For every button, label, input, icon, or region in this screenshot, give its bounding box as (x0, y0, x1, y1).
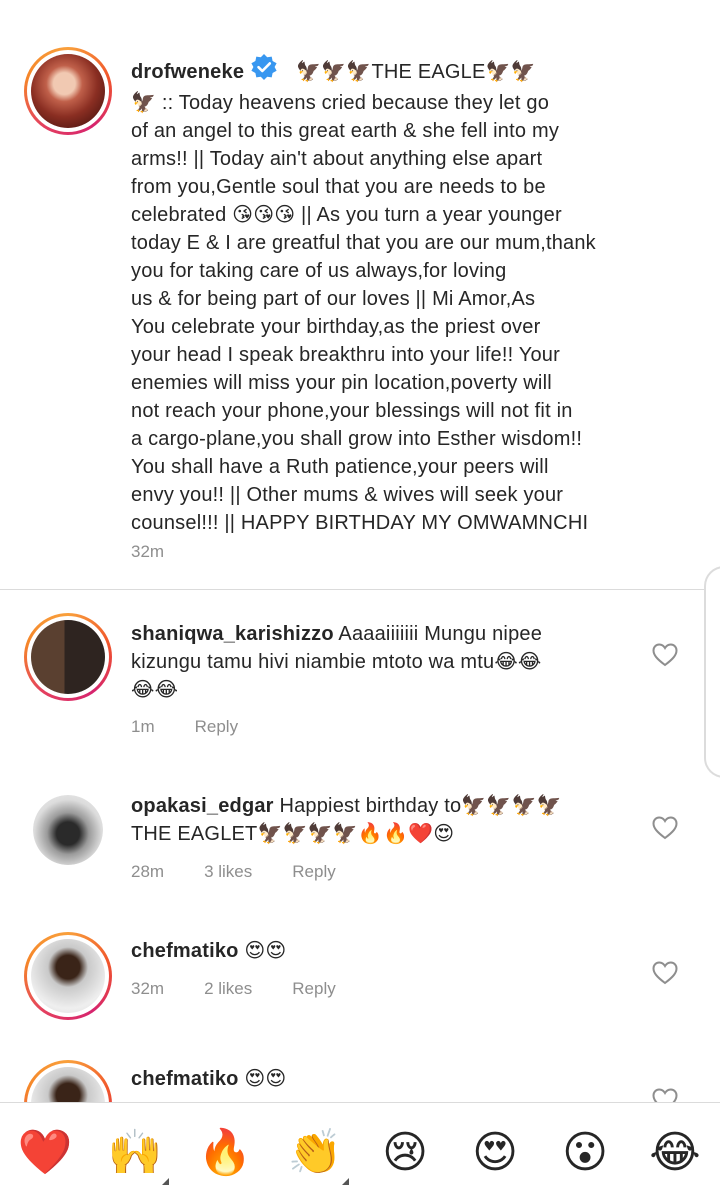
skin-tone-indicator-icon (342, 1178, 349, 1185)
comment-text: shaniqwa_karishizzo Aaaaiiiiiii Mungu ni… (131, 623, 543, 701)
caption-line: 🦅 :: Today heavens cried because they le… (131, 92, 550, 114)
avatar-image-drofweneke (31, 54, 105, 128)
comment-likes[interactable]: 3 likes (204, 862, 252, 882)
comment-avatar[interactable] (24, 613, 112, 701)
comment-meta: 28m 3 likes Reply (131, 862, 336, 882)
comment-timestamp: 32m (131, 979, 165, 998)
caption-line: from you,Gentle soul that you are needs … (131, 176, 546, 198)
emoji-reaction-bar: ❤️ 🙌 🔥 👏 😢 😍 😮 😂 (0, 1102, 720, 1203)
emoji-clapping-button[interactable]: 👏 (285, 1125, 345, 1181)
comment-text: chefmatiko 😍😍 (131, 940, 287, 962)
emoji-surprised-button[interactable]: 😮 (555, 1125, 615, 1181)
comment-username[interactable]: shaniqwa_karishizzo (131, 623, 334, 645)
caption-line: drofweneke 🦅🦅🦅THE EAGLE🦅🦅 (131, 53, 660, 89)
emoji-raised-hands-button[interactable]: 🙌 (105, 1125, 165, 1181)
caption-line: You celebrate your birthday,as the pries… (131, 316, 541, 338)
emoji-heart-button[interactable]: ❤️ (15, 1125, 75, 1181)
reply-button[interactable]: Reply (292, 862, 335, 882)
emoji-laughing-button[interactable]: 😂 (645, 1125, 705, 1181)
caption-line: a cargo-plane,you shall grow into Esther… (131, 428, 583, 450)
caption-timestamp: 32m (131, 542, 165, 561)
caption-line: you for taking care of us always,for lov… (131, 260, 507, 282)
caption-line: You shall have a Ruth patience,your peer… (131, 456, 549, 478)
emoji-fire-button[interactable]: 🔥 (195, 1125, 255, 1181)
comment-timestamp: 28m (131, 862, 165, 881)
comment-text: chefmatiko 😍😍 (131, 1068, 287, 1090)
heart-outline-icon (652, 816, 678, 840)
caption-line: of an angel to this great earth & she fe… (131, 120, 560, 142)
avatar-image-shaniqwa (31, 620, 105, 694)
like-button[interactable] (652, 816, 678, 840)
scrollbar-handle[interactable] (704, 566, 720, 778)
comment-avatar[interactable] (24, 932, 112, 1020)
reply-button[interactable]: Reply (195, 717, 238, 737)
avatar-image-chefmatiko (31, 939, 105, 1013)
comment-username[interactable]: chefmatiko (131, 940, 239, 962)
caption-line: today E & I are greatful that you are ou… (131, 232, 596, 254)
like-button[interactable] (652, 643, 678, 667)
caption-line: arms!! || Today ain't about anything els… (131, 148, 543, 170)
caption-line: your head I speak breakthru into your li… (131, 344, 560, 366)
like-button[interactable] (652, 961, 678, 985)
heart-outline-icon (652, 643, 678, 667)
verified-badge-icon (250, 53, 278, 89)
avatar-image-opakasi (33, 795, 103, 865)
comment-likes[interactable]: 2 likes (204, 979, 252, 999)
comment-timestamp: 1m (131, 717, 155, 736)
comment-username[interactable]: chefmatiko (131, 1068, 239, 1090)
caption-line: us & for being part of our loves || Mi A… (131, 288, 536, 310)
comment-meta: 1m Reply (131, 717, 238, 737)
comment-username[interactable]: opakasi_edgar (131, 795, 274, 817)
caption-line: not reach your phone,your blessings will… (131, 400, 573, 422)
caption-divider (0, 589, 720, 590)
caption-line: counsel!!! || HAPPY BIRTHDAY MY OMWAMNCH… (131, 512, 589, 534)
comment-meta: 32m 2 likes Reply (131, 979, 336, 999)
caption-avatar[interactable] (24, 47, 112, 135)
emoji-crying-button[interactable]: 😢 (375, 1125, 435, 1181)
caption-line: enemies will miss your pin location,pove… (131, 372, 552, 394)
comment-avatar[interactable] (33, 795, 103, 865)
caption-line: celebrated 😘😘😘 || As you turn a year you… (131, 204, 562, 226)
caption-username[interactable]: drofweneke (131, 61, 244, 83)
caption-text: drofweneke 🦅🦅🦅THE EAGLE🦅🦅 🦅 :: Today heav… (131, 53, 660, 537)
comment-text: opakasi_edgar Happiest birthday to🦅🦅🦅🦅 T… (131, 795, 562, 845)
emoji-heart-eyes-button[interactable]: 😍 (465, 1125, 525, 1181)
skin-tone-indicator-icon (162, 1178, 169, 1185)
reply-button[interactable]: Reply (292, 979, 335, 999)
caption-meta: 32m (131, 542, 164, 562)
caption-line: envy you!! || Other mums & wives will se… (131, 484, 564, 506)
heart-outline-icon (652, 961, 678, 985)
